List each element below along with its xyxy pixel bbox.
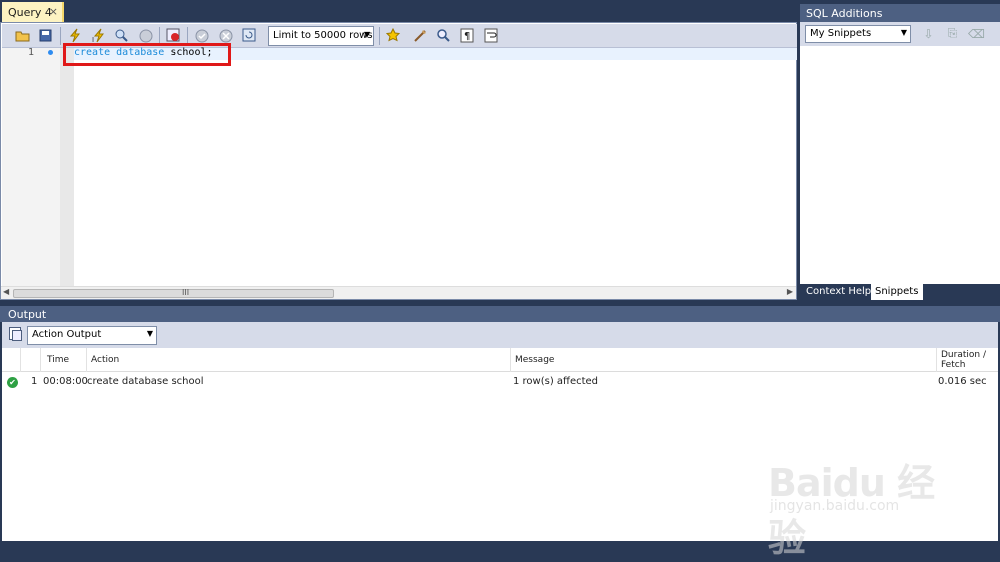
copy-snippet-icon[interactable]: ⎘ bbox=[944, 25, 961, 42]
tab-query-4[interactable]: Query 4 × bbox=[2, 2, 64, 22]
explain-icon[interactable] bbox=[113, 27, 130, 44]
output-title: Output bbox=[0, 306, 1000, 322]
svg-text:¶: ¶ bbox=[464, 31, 470, 42]
save-icon[interactable] bbox=[37, 27, 54, 44]
chevron-down-icon: ▼ bbox=[146, 329, 153, 338]
output-toolbar: Action Output ▼ bbox=[2, 322, 998, 348]
scroll-thumb[interactable]: III bbox=[13, 288, 334, 298]
find-icon[interactable] bbox=[435, 27, 452, 44]
watermark-url: jingyan.baidu.com bbox=[770, 498, 900, 514]
row-message: 1 row(s) affected bbox=[513, 376, 599, 387]
stop-icon[interactable] bbox=[137, 27, 154, 44]
grip-icon: III bbox=[182, 288, 190, 297]
word-wrap-icon[interactable] bbox=[483, 27, 500, 44]
invisible-chars-icon[interactable]: ¶ bbox=[459, 27, 476, 44]
annotation-highlight-box bbox=[63, 43, 231, 66]
separator bbox=[60, 27, 61, 45]
rollback-icon[interactable] bbox=[217, 27, 234, 44]
snippets-select[interactable]: My Snippets ▼ bbox=[805, 25, 911, 43]
column-header-time[interactable]: Time bbox=[40, 348, 86, 372]
row-action[interactable]: create database school bbox=[87, 376, 204, 387]
horizontal-scrollbar[interactable]: ◀ III ▶ bbox=[1, 286, 796, 299]
svg-text:I: I bbox=[92, 36, 94, 43]
chevron-down-icon: ▼ bbox=[363, 30, 370, 39]
insert-snippet-icon[interactable]: ⇩ bbox=[920, 25, 937, 42]
commit-icon[interactable] bbox=[193, 27, 210, 44]
success-check-icon: ✔ bbox=[7, 377, 18, 388]
fold-margin bbox=[60, 48, 74, 288]
column-header-status bbox=[20, 348, 40, 372]
copy-icon[interactable] bbox=[9, 327, 22, 341]
chevron-down-icon: ▼ bbox=[900, 28, 907, 37]
sql-additions-tabs: Context Help Snippets bbox=[800, 284, 1000, 300]
row-number: 1 bbox=[31, 376, 38, 387]
baidu-watermark: Baidu 经验 jingyan.baidu.com bbox=[768, 448, 948, 560]
scroll-right-icon[interactable]: ▶ bbox=[787, 287, 793, 296]
column-header-duration[interactable]: Duration / Fetch bbox=[936, 348, 998, 372]
sql-additions-title: SQL Additions bbox=[800, 4, 1000, 22]
tab-context-help[interactable]: Context Help bbox=[802, 285, 875, 300]
autocommit-icon[interactable] bbox=[241, 27, 258, 44]
limit-rows-select[interactable]: Limit to 50000 rows ▼ bbox=[268, 26, 374, 46]
separator bbox=[379, 27, 380, 45]
line-number: 1 bbox=[28, 47, 35, 58]
delete-snippet-icon[interactable]: ⌫ bbox=[968, 25, 985, 42]
row-time: 00:08:00 bbox=[43, 376, 88, 387]
line-gutter bbox=[2, 48, 60, 288]
tab-label: Query 4 bbox=[8, 6, 52, 19]
execute-icon[interactable] bbox=[66, 27, 83, 44]
output-header: Time Action Message Duration / Fetch bbox=[2, 348, 998, 372]
execute-current-icon[interactable]: I bbox=[90, 27, 107, 44]
statement-marker-icon bbox=[48, 50, 53, 55]
scroll-left-icon[interactable]: ◀ bbox=[3, 287, 9, 296]
column-header-message[interactable]: Message bbox=[510, 348, 934, 372]
toggle-error-icon[interactable] bbox=[165, 27, 182, 44]
close-icon[interactable]: × bbox=[49, 5, 58, 18]
sql-additions-panel bbox=[800, 4, 1000, 300]
add-snippet-icon[interactable] bbox=[385, 27, 402, 44]
tab-snippets[interactable]: Snippets bbox=[871, 284, 923, 300]
beautify-icon[interactable] bbox=[412, 27, 429, 44]
open-file-icon[interactable] bbox=[14, 27, 31, 44]
row-duration: 0.016 sec bbox=[938, 376, 987, 387]
column-header-action[interactable]: Action bbox=[86, 348, 510, 372]
editor-tab-strip bbox=[0, 0, 797, 22]
output-type-select[interactable]: Action Output ▼ bbox=[27, 326, 157, 345]
snippets-toolbar: My Snippets ▼ ⇩ ⎘ ⌫ bbox=[800, 22, 1000, 46]
